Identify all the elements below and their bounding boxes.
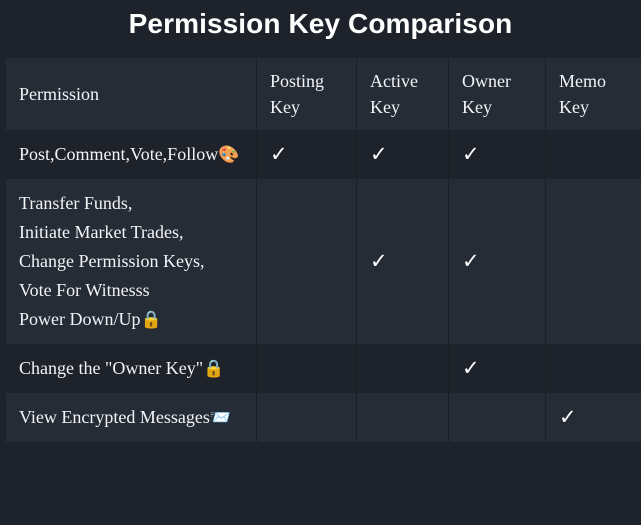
column-header-permission: Permission [6, 58, 256, 130]
table-row: Post,Comment,Vote,Follow🎨 ✓ ✓ ✓ [6, 130, 641, 179]
permission-label: Transfer Funds, Initiate Market Trades, … [19, 193, 205, 329]
table-header: Permission Posting Key Active Key Owner … [6, 58, 641, 130]
table-header-row: Permission Posting Key Active Key Owner … [6, 58, 641, 130]
permission-cell: Transfer Funds, Initiate Market Trades, … [6, 179, 256, 344]
page-root: Permission Key Comparison Permission Pos… [0, 0, 641, 525]
active-key-cell [356, 393, 448, 442]
table-row: Transfer Funds, Initiate Market Trades, … [6, 179, 641, 344]
owner-key-cell [448, 393, 545, 442]
table-body: Post,Comment,Vote,Follow🎨 ✓ ✓ ✓ Transfer… [6, 130, 641, 442]
locked-emoji: 🔒 [140, 310, 162, 330]
column-header-memo-key: Memo Key [545, 58, 641, 130]
artist-palette-emoji: 🎨 [218, 145, 240, 165]
posting-key-cell [256, 344, 356, 393]
table-row: Change the "Owner Key"🔒 ✓ [6, 344, 641, 393]
column-header-permission-label: Permission [19, 84, 100, 104]
column-header-active-key: Active Key [356, 58, 448, 130]
column-header-owner-key-label: Owner Key [462, 71, 511, 117]
column-header-active-key-label: Active Key [370, 71, 418, 117]
memo-key-cell [545, 179, 641, 344]
memo-key-cell [545, 344, 641, 393]
memo-key-cell: ✓ [545, 393, 641, 442]
table-container: Permission Posting Key Active Key Owner … [6, 58, 641, 525]
column-header-posting-key-label: Posting Key [270, 71, 325, 117]
column-header-memo-key-label: Memo Key [559, 71, 606, 117]
active-key-cell [356, 344, 448, 393]
posting-key-cell [256, 393, 356, 442]
permission-cell: Change the "Owner Key"🔒 [6, 344, 256, 393]
owner-key-cell: ✓ [448, 344, 545, 393]
permission-cell: Post,Comment,Vote,Follow🎨 [6, 130, 256, 179]
incoming-envelope-emoji: 📨 [209, 408, 232, 428]
active-key-cell: ✓ [356, 130, 448, 179]
page-title: Permission Key Comparison [128, 8, 513, 39]
locked-emoji: 🔒 [203, 359, 225, 379]
permission-label: Post,Comment,Vote,Follow [19, 144, 219, 164]
memo-key-cell [545, 130, 641, 179]
permission-label: Change the "Owner Key" [19, 358, 204, 378]
table-row: View Encrypted Messages📨 ✓ [6, 393, 641, 442]
column-header-posting-key: Posting Key [256, 58, 356, 130]
owner-key-cell: ✓ [448, 130, 545, 179]
column-header-owner-key: Owner Key [448, 58, 545, 130]
permission-comparison-table: Permission Posting Key Active Key Owner … [6, 58, 641, 442]
posting-key-cell [256, 179, 356, 344]
permission-label: View Encrypted Messages [19, 407, 210, 427]
posting-key-cell: ✓ [256, 130, 356, 179]
permission-cell: View Encrypted Messages📨 [6, 393, 256, 442]
active-key-cell: ✓ [356, 179, 448, 344]
owner-key-cell: ✓ [448, 179, 545, 344]
